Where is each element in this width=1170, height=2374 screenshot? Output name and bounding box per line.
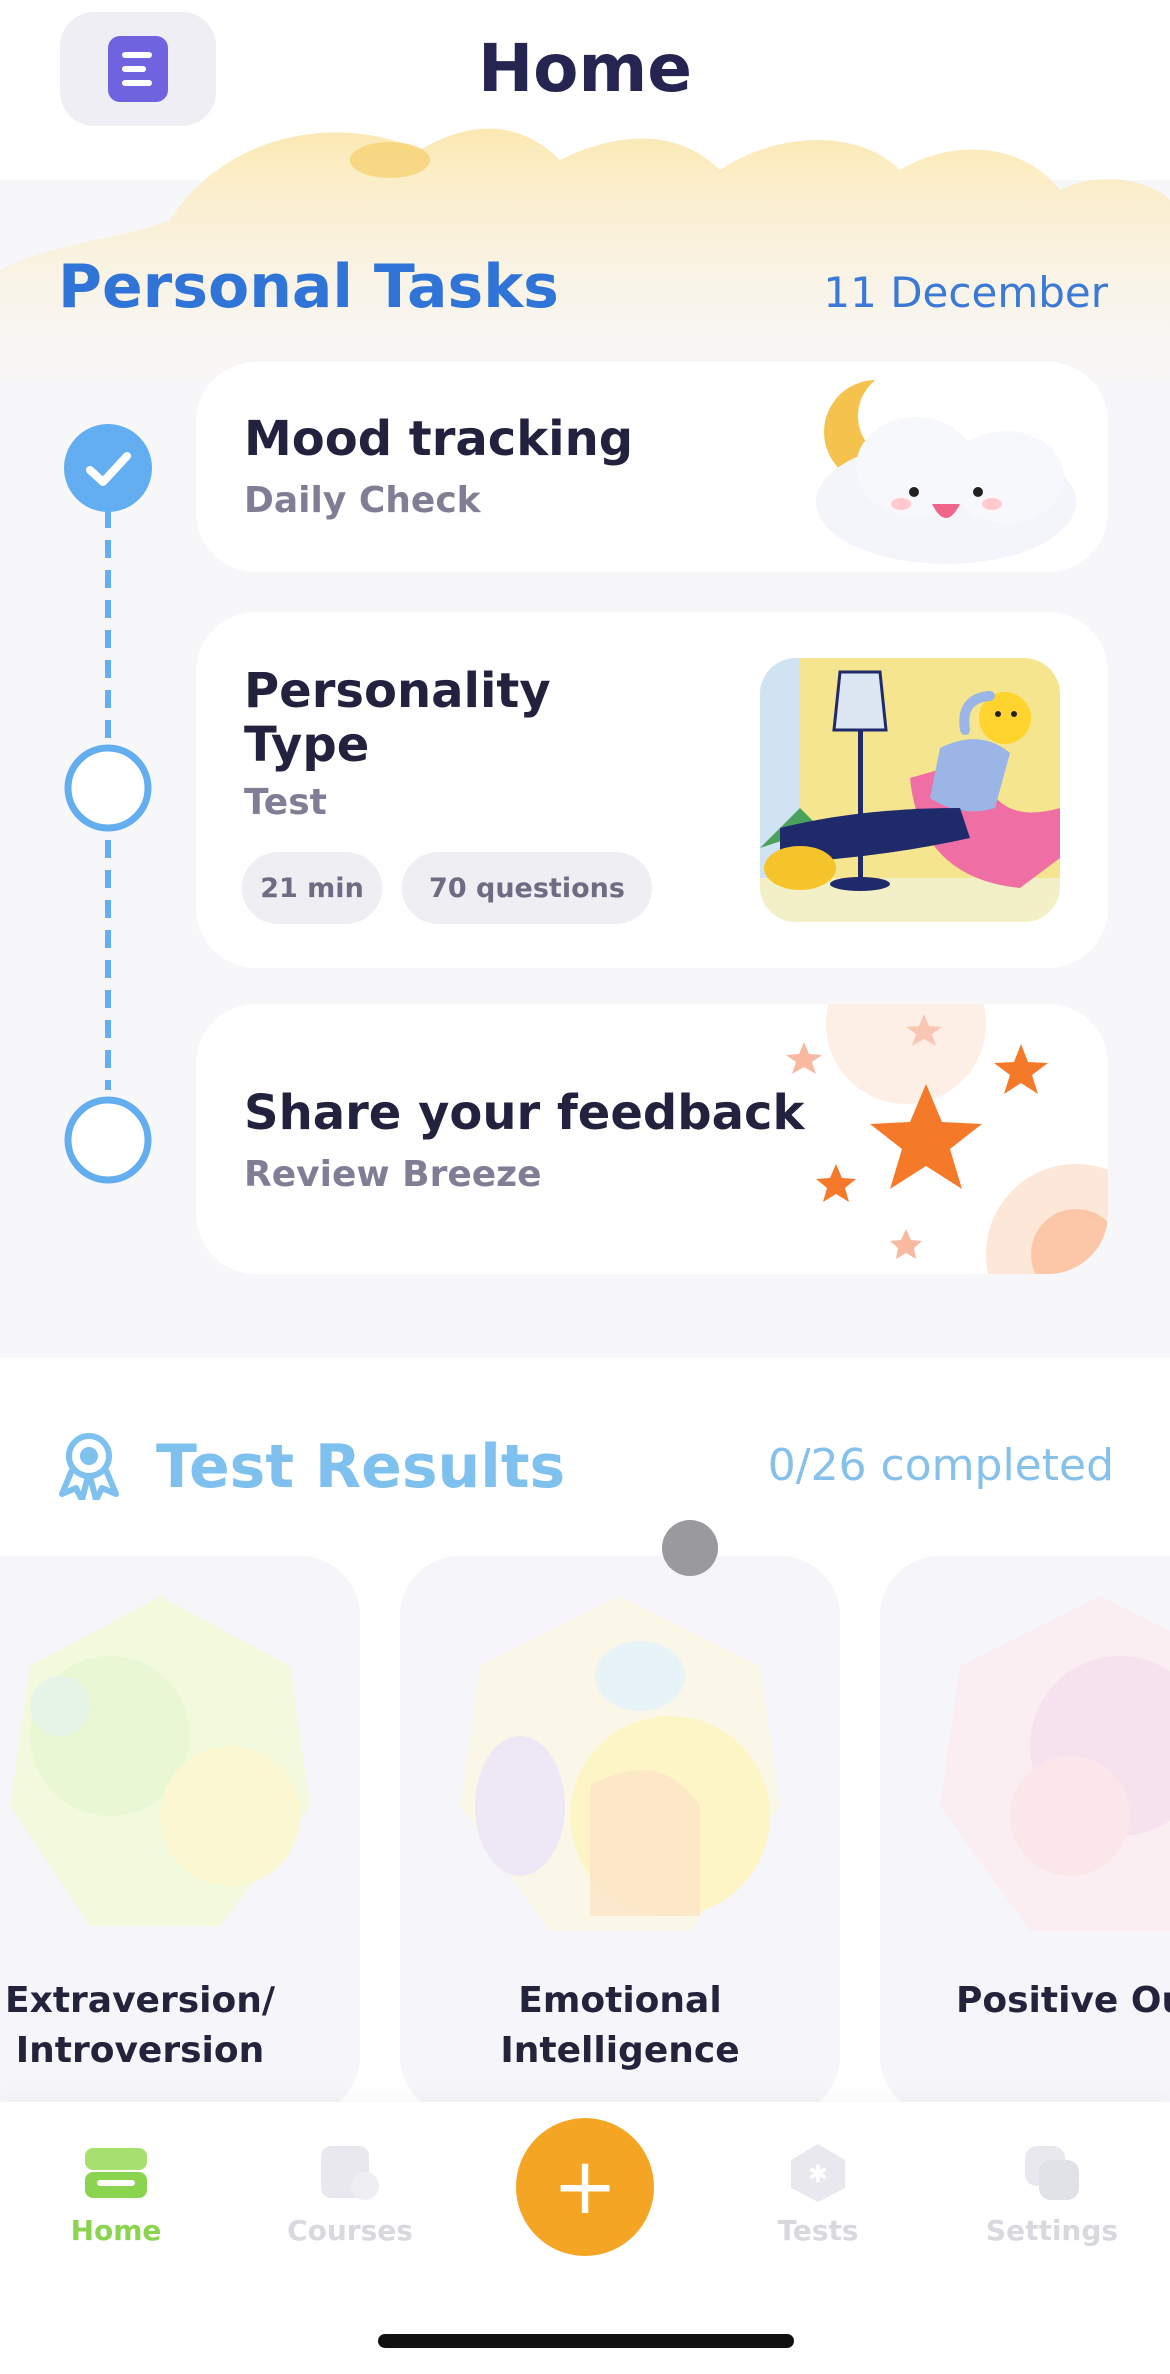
task-title-line-2: Type [244,717,370,773]
check-circle-icon [64,424,152,512]
nav-label: Home [70,2214,162,2247]
result-label-line-2: Introversion [15,2030,265,2071]
task-subtitle: Daily Check [244,480,481,521]
svg-text:✱: ✱ [808,2160,828,2188]
relaxing-character-illustration [760,658,1060,922]
page-title: Home [477,30,693,107]
result-blob-icon [940,1596,1170,1931]
empty-circle-icon [64,744,152,832]
task-title: Mood tracking [244,411,634,467]
duration-badge: 21 min [242,852,382,924]
task-title-line-1: Personality [244,663,551,719]
empty-circle-icon [64,1096,152,1184]
nav-courses[interactable]: Courses [260,2142,440,2247]
task-subtitle: Test [244,782,327,823]
result-card-emotional-intelligence[interactable]: Emotional Intelligence [400,1556,840,2116]
result-label-line-2: Intelligence [500,2030,740,2071]
nav-label: Settings [985,2214,1119,2247]
nav-label: Tests [777,2214,859,2247]
result-label: Emotional Intelligence [400,1976,840,2076]
nav-tests[interactable]: ✱ Tests [728,2142,908,2247]
completed-count: 0/26 completed [767,1440,1114,1491]
tasks-date: 11 December [823,268,1108,317]
stars-icon [786,1004,1108,1274]
result-label-line-1: Positive Out [956,1980,1170,2021]
task-subtitle: Review Breeze [244,1154,542,1195]
result-blob-icon [460,1596,780,1931]
clouds-decoration [0,128,1170,380]
result-label-line-1: Extraversion/ [5,1980,275,2021]
test-results-title: Test Results [156,1432,566,1502]
add-button[interactable]: + [516,2118,654,2256]
award-ribbon-icon [59,1433,119,1500]
task-title: Share your feedback [244,1085,805,1141]
courses-icon [321,2146,379,2200]
task-card-personality-type[interactable]: Personality Type Test 21 min 70 question… [196,612,1108,968]
cloud-moon-icon [816,372,1076,564]
nav-settings[interactable]: Settings [962,2142,1142,2247]
settings-icon [1025,2146,1079,2200]
personal-tasks-title: Personal Tasks [58,252,559,322]
task-card-mood-tracking[interactable]: Mood tracking Daily Check [196,362,1108,572]
tests-icon: ✱ [791,2144,845,2202]
home-screen: Home Personal Tasks 11 December Mood tra… [0,0,1170,2374]
result-label: Positive Out [880,1976,1170,2026]
nav-home[interactable]: Home [26,2142,206,2247]
result-blob-icon [10,1596,310,1926]
task-card-feedback[interactable]: Share your feedback Review Breeze [196,1004,1108,1274]
result-label: Extraversion/ Introversion [0,1976,360,2076]
scroll-indicator[interactable] [662,1520,718,1576]
nav-label: Courses [287,2214,413,2247]
task-timeline [64,424,152,1184]
result-label-line-1: Emotional [518,1980,722,2021]
questions-badge: 70 questions [402,852,652,924]
home-indicator [378,2334,794,2348]
result-card-extraversion[interactable]: Extraversion/ Introversion [0,1556,360,2116]
home-stack-icon [85,2148,147,2198]
result-card-positive-outlook[interactable]: Positive Out [880,1556,1170,2116]
